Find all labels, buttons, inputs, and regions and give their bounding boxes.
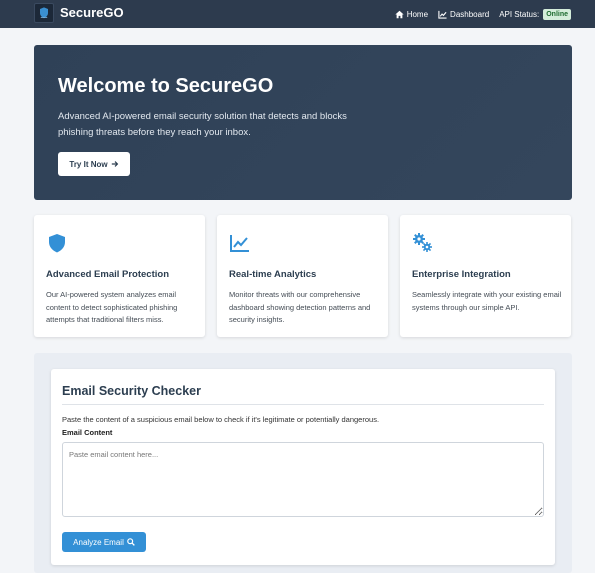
- nav-home-label: Home: [406, 9, 429, 19]
- nav-links: Home Dashboard API Status: Online: [395, 0, 571, 28]
- brand-name[interactable]: SecureGO: [60, 5, 124, 20]
- shield-icon: [49, 234, 65, 253]
- email-content-label: Email Content: [62, 428, 113, 437]
- chart-line-icon: [230, 235, 249, 252]
- divider: [62, 404, 544, 405]
- checker-title: Email Security Checker: [62, 384, 201, 398]
- email-content-input[interactable]: [62, 442, 544, 517]
- analyze-email-button[interactable]: Analyze Email: [62, 532, 146, 552]
- chart-line-icon: [438, 10, 447, 19]
- cogs-icon: [413, 233, 432, 252]
- search-icon: [127, 538, 135, 546]
- analyze-email-label: Analyze Email: [73, 537, 124, 547]
- api-status-label: API Status:: [499, 9, 540, 19]
- feature-title: Advanced Email Protection: [46, 269, 170, 280]
- feature-card-protection: Advanced Email Protection Our AI-powered…: [34, 215, 205, 337]
- home-icon: [395, 10, 404, 18]
- checker-description: Paste the content of a suspicious email …: [62, 415, 380, 424]
- feature-text: Seamlessly integrate with your existing …: [412, 290, 562, 312]
- feature-title: Enterprise Integration: [412, 269, 511, 280]
- feature-card-integration: Enterprise Integration Seamlessly integr…: [400, 215, 571, 337]
- api-status-badge: Online: [543, 8, 571, 20]
- hero-banner: Welcome to SecureGO Advanced AI-powered …: [34, 45, 572, 200]
- email-checker-card: Email Security Checker Paste the content…: [51, 369, 555, 565]
- feature-text: Our AI-powered system analyzes email con…: [46, 290, 178, 324]
- brand-logo[interactable]: [34, 3, 54, 23]
- nav-home-link[interactable]: Home: [395, 10, 428, 19]
- feature-card-analytics: Real-time Analytics Monitor threats with…: [217, 215, 388, 337]
- feature-title: Real-time Analytics: [229, 269, 317, 280]
- arrow-right-icon: [111, 161, 118, 167]
- nav-dashboard-link[interactable]: Dashboard: [438, 10, 489, 19]
- try-it-now-label: Try It Now: [69, 159, 108, 169]
- nav-dashboard-label: Dashboard: [450, 9, 490, 19]
- hero-title: Welcome to SecureGO: [58, 75, 274, 97]
- api-status: API Status: Online: [499, 8, 571, 20]
- try-it-now-button[interactable]: Try It Now: [58, 152, 130, 176]
- feature-text: Monitor threats with our comprehensive d…: [229, 290, 371, 324]
- hero-description: Advanced AI-powered email security solut…: [58, 111, 347, 138]
- navbar: SecureGO Home Dashboard API Status: Onli…: [0, 0, 595, 28]
